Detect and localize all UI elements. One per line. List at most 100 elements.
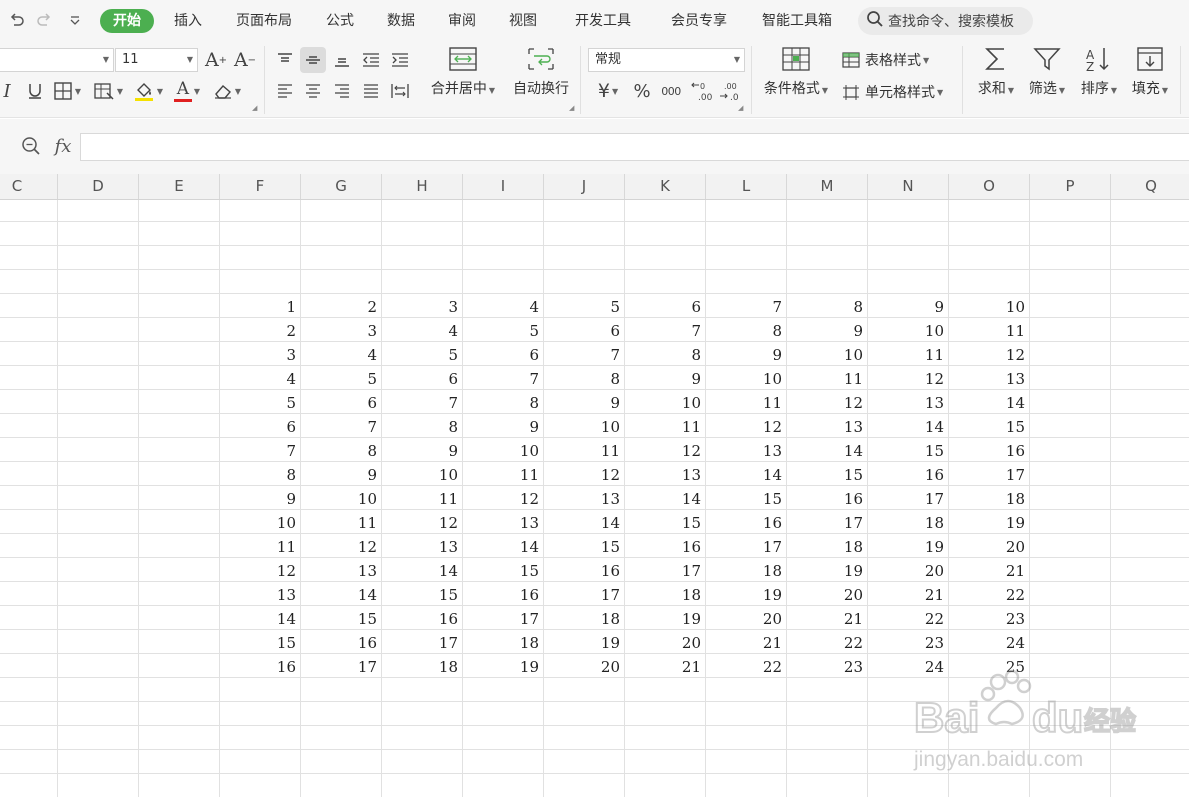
- table-cell[interactable]: 11: [625, 414, 705, 438]
- tab-developer[interactable]: 开发工具: [566, 9, 640, 33]
- table-cell[interactable]: 17: [706, 534, 786, 558]
- table-cell[interactable]: 16: [544, 558, 624, 582]
- table-cell[interactable]: 23: [787, 654, 867, 678]
- table-cell[interactable]: 9: [301, 462, 381, 486]
- table-cell[interactable]: 16: [301, 630, 381, 654]
- table-cell[interactable]: 7: [544, 342, 624, 366]
- table-cell[interactable]: 14: [382, 558, 462, 582]
- table-cell[interactable]: 13: [706, 438, 786, 462]
- table-cell[interactable]: 17: [787, 510, 867, 534]
- column-header-c[interactable]: C: [0, 174, 58, 199]
- table-cell[interactable]: 8: [787, 294, 867, 318]
- dialog-launcher-icon[interactable]: ◢: [569, 104, 574, 112]
- formula-input[interactable]: [80, 133, 1189, 161]
- table-cell[interactable]: 4: [220, 366, 300, 390]
- table-cell[interactable]: 12: [220, 558, 300, 582]
- table-cell[interactable]: 21: [949, 558, 1029, 582]
- column-header-p[interactable]: P: [1030, 174, 1111, 199]
- table-cell[interactable]: 21: [706, 630, 786, 654]
- fill-color-button[interactable]: ▼: [130, 78, 166, 104]
- table-cell[interactable]: 6: [382, 366, 462, 390]
- table-cell[interactable]: 9: [787, 318, 867, 342]
- table-cell[interactable]: 6: [463, 342, 543, 366]
- column-header-h[interactable]: H: [382, 174, 463, 199]
- align-middle-button[interactable]: [300, 47, 326, 73]
- table-cell[interactable]: 13: [544, 486, 624, 510]
- table-cell[interactable]: 15: [706, 486, 786, 510]
- table-cell[interactable]: 17: [868, 486, 948, 510]
- tab-home[interactable]: 开始: [100, 9, 154, 33]
- quick-access-dropdown-icon[interactable]: [64, 9, 86, 31]
- increase-font-size-button[interactable]: A +: [203, 47, 229, 73]
- table-cell[interactable]: 18: [382, 654, 462, 678]
- table-cell[interactable]: 13: [868, 390, 948, 414]
- cell-fill-button[interactable]: ▼: [90, 78, 126, 104]
- justify-button[interactable]: [358, 78, 384, 104]
- table-cell[interactable]: 3: [382, 294, 462, 318]
- table-cell[interactable]: 16: [463, 582, 543, 606]
- table-cell[interactable]: 14: [220, 606, 300, 630]
- table-cell[interactable]: 7: [463, 366, 543, 390]
- table-cell[interactable]: 10: [301, 486, 381, 510]
- table-cell[interactable]: 12: [382, 510, 462, 534]
- table-cell[interactable]: 17: [625, 558, 705, 582]
- table-cell[interactable]: 20: [868, 558, 948, 582]
- table-cell[interactable]: 14: [949, 390, 1029, 414]
- table-cell[interactable]: 19: [625, 606, 705, 630]
- tab-view[interactable]: 视图: [501, 9, 545, 33]
- column-header-e[interactable]: E: [139, 174, 220, 199]
- table-cell[interactable]: 19: [868, 534, 948, 558]
- column-header-l[interactable]: L: [706, 174, 787, 199]
- zoom-icon[interactable]: [20, 135, 42, 157]
- table-cell[interactable]: 15: [787, 462, 867, 486]
- underline-button[interactable]: [22, 78, 48, 104]
- tab-formulas[interactable]: 公式: [318, 9, 362, 33]
- table-cell[interactable]: 8: [463, 390, 543, 414]
- table-cell[interactable]: 13: [463, 510, 543, 534]
- align-left-button[interactable]: [272, 78, 298, 104]
- cell-style-button[interactable]: 单元格样式 ▼: [841, 80, 943, 104]
- table-cell[interactable]: 11: [787, 366, 867, 390]
- tab-page-layout[interactable]: 页面布局: [228, 9, 300, 33]
- clear-format-button[interactable]: ▼: [210, 78, 244, 104]
- table-cell[interactable]: 14: [706, 462, 786, 486]
- table-cell[interactable]: 22: [949, 582, 1029, 606]
- table-cell[interactable]: 11: [544, 438, 624, 462]
- table-cell[interactable]: 15: [463, 558, 543, 582]
- table-cell[interactable]: 12: [787, 390, 867, 414]
- dialog-launcher-icon[interactable]: ◢: [738, 104, 743, 112]
- table-cell[interactable]: 15: [220, 630, 300, 654]
- table-cell[interactable]: 19: [949, 510, 1029, 534]
- table-cell[interactable]: 6: [625, 294, 705, 318]
- table-cell[interactable]: 8: [625, 342, 705, 366]
- percent-format-button[interactable]: %: [629, 78, 655, 104]
- column-header-d[interactable]: D: [58, 174, 139, 199]
- table-cell[interactable]: 12: [625, 438, 705, 462]
- table-cell[interactable]: 23: [949, 606, 1029, 630]
- table-cell[interactable]: 16: [706, 510, 786, 534]
- table-cell[interactable]: 8: [220, 462, 300, 486]
- dialog-launcher-icon[interactable]: ◢: [252, 104, 257, 112]
- increase-indent-button[interactable]: [387, 47, 413, 73]
- filter-button[interactable]: 筛选 ▼: [1024, 46, 1070, 98]
- table-cell[interactable]: 12: [463, 486, 543, 510]
- fill-button[interactable]: 填充 ▼: [1128, 46, 1172, 98]
- table-cell[interactable]: 9: [463, 414, 543, 438]
- table-cell[interactable]: 3: [301, 318, 381, 342]
- table-cell[interactable]: 18: [544, 606, 624, 630]
- table-cell[interactable]: 1: [220, 294, 300, 318]
- wrap-text-button[interactable]: 自动换行: [508, 46, 574, 98]
- table-cell[interactable]: 20: [787, 582, 867, 606]
- table-cell[interactable]: 14: [787, 438, 867, 462]
- table-cell[interactable]: 10: [544, 414, 624, 438]
- column-header-n[interactable]: N: [868, 174, 949, 199]
- table-cell[interactable]: 9: [868, 294, 948, 318]
- table-cell[interactable]: 12: [868, 366, 948, 390]
- table-cell[interactable]: 15: [544, 534, 624, 558]
- table-cell[interactable]: 15: [382, 582, 462, 606]
- table-cell[interactable]: 6: [301, 390, 381, 414]
- table-style-button[interactable]: 表格样式 ▼: [841, 48, 929, 72]
- table-cell[interactable]: 16: [220, 654, 300, 678]
- column-header-f[interactable]: F: [220, 174, 301, 199]
- table-cell[interactable]: 10: [787, 342, 867, 366]
